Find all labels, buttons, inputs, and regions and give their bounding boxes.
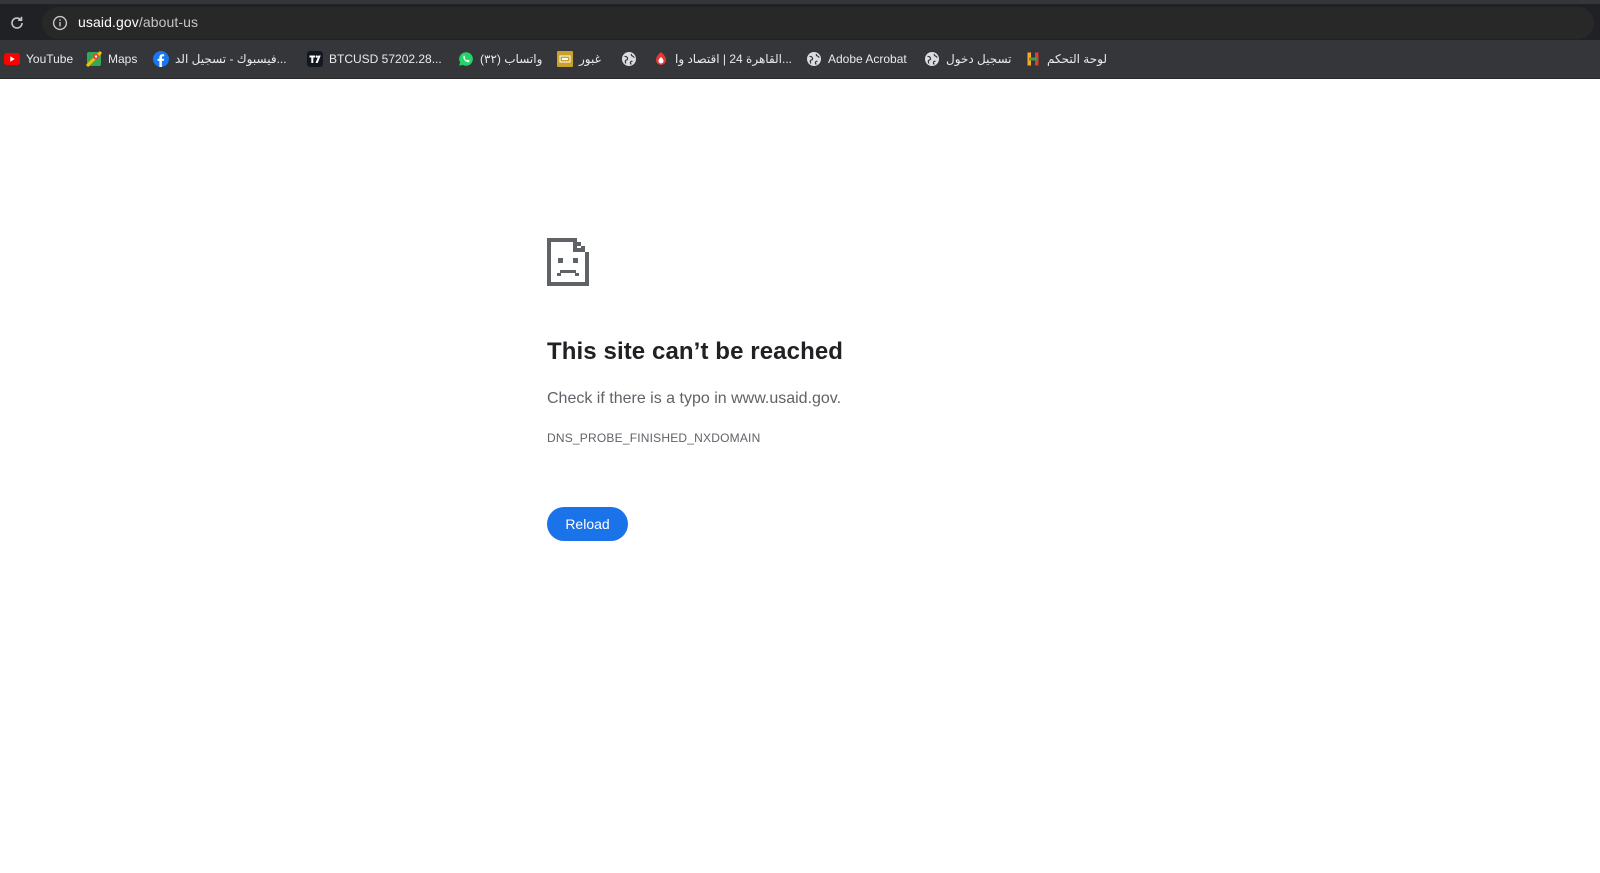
tradingview-icon xyxy=(307,51,323,67)
bookmark-label: القاهرة 24 | اقتصاد وا... xyxy=(675,52,793,66)
bookmark-globe[interactable] xyxy=(621,49,643,69)
bookmark-cairo24[interactable]: القاهرة 24 | اقتصاد وا... xyxy=(653,49,792,69)
bookmark-control-panel[interactable]: لوحة التحكم xyxy=(1025,49,1107,69)
url-host: usaid.gov xyxy=(78,14,139,30)
bookmark-whatsapp[interactable]: (٣٢) واتساب xyxy=(458,49,542,69)
bookmark-label: فيسبوك - تسجيل الد... xyxy=(175,52,287,66)
bookmark-label: تسجيل دخول xyxy=(946,52,1012,66)
bookmark-facebook[interactable]: فيسبوك - تسجيل الد... xyxy=(153,49,287,69)
browser-toolbar: usaid.gov/about-us xyxy=(0,0,1600,40)
error-message: Check if there is a typo in www.usaid.go… xyxy=(547,390,842,407)
bookmark-label: غبور xyxy=(579,52,601,66)
sad-document-icon xyxy=(547,238,589,286)
bookmarks-bar: YouTube Maps فيسبوك - تسجيل الد... BTCUS… xyxy=(0,40,1600,79)
bookmark-label: (٣٢) واتساب xyxy=(480,52,543,66)
bookmark-label: Maps xyxy=(108,52,138,66)
globe-icon xyxy=(924,51,940,67)
browser-reload-button[interactable] xyxy=(4,10,30,36)
bookmark-label: BTCUSD 57202.28... xyxy=(329,52,442,66)
bookmark-label: لوحة التحكم xyxy=(1047,52,1108,66)
maps-icon xyxy=(86,51,102,67)
hostinger-icon xyxy=(1025,51,1041,67)
youtube-icon xyxy=(4,51,20,67)
bookmark-youtube[interactable]: YouTube xyxy=(4,49,73,69)
address-bar[interactable]: usaid.gov/about-us xyxy=(42,7,1594,39)
globe-icon xyxy=(806,51,822,67)
bookmark-adobe-acrobat[interactable]: Adobe Acrobat xyxy=(806,49,907,69)
whatsapp-icon xyxy=(458,51,474,67)
bookmark-btcusd[interactable]: BTCUSD 57202.28... xyxy=(307,49,442,69)
url-path: /about-us xyxy=(138,14,199,30)
bookmark-maps[interactable]: Maps xyxy=(86,49,137,69)
cairo24-icon xyxy=(653,51,669,67)
globe-icon xyxy=(621,51,637,67)
facebook-icon xyxy=(153,51,169,67)
bookmark-ghabbour[interactable]: غبور xyxy=(557,49,601,69)
ghabbour-icon xyxy=(557,51,573,67)
bookmark-label: YouTube xyxy=(26,52,74,66)
error-code[interactable]: DNS_PROBE_FINISHED_NXDOMAIN xyxy=(547,431,760,445)
url-text[interactable]: usaid.gov/about-us xyxy=(78,14,198,30)
bookmark-login[interactable]: تسجيل دخول xyxy=(924,49,1012,69)
reload-icon xyxy=(11,16,23,29)
error-title: This site can’t be reached xyxy=(547,338,844,365)
site-info-icon[interactable] xyxy=(50,13,70,33)
bookmark-label: Adobe Acrobat xyxy=(828,52,907,66)
reload-button[interactable]: Reload xyxy=(547,507,628,541)
